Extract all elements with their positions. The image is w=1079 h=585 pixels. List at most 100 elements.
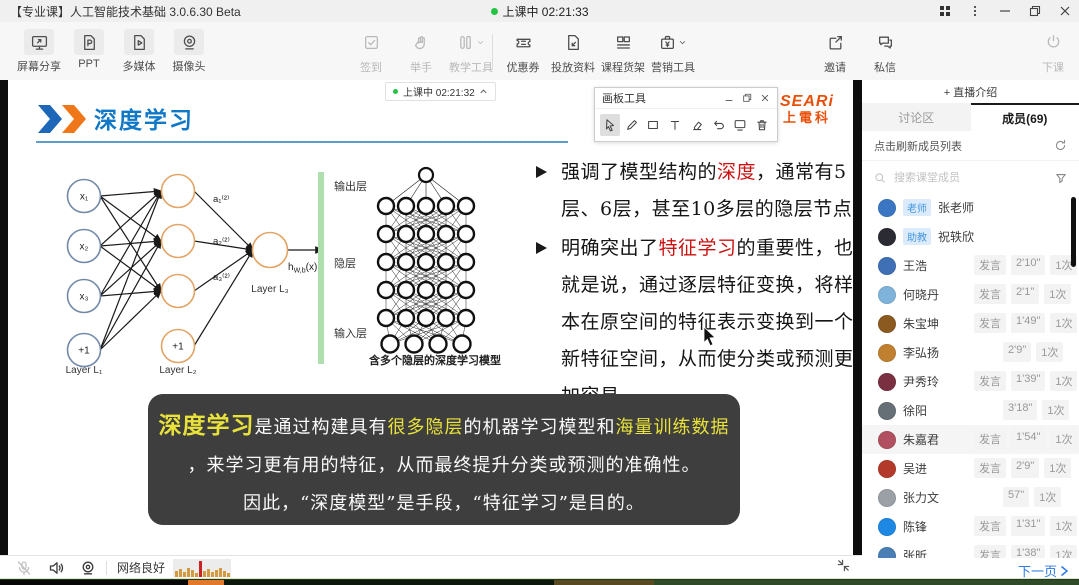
- bottom-statusbar: 网络良好: [0, 555, 862, 579]
- panel-restore-icon[interactable]: [742, 93, 752, 103]
- member-name: 陈锋: [903, 518, 927, 535]
- select-tool-button[interactable]: [600, 114, 620, 136]
- bullet-item: 明确突出了特征学习的重要性，也就是说，通过逐层特征变换，将样本在原空间的特征表示…: [534, 230, 853, 415]
- undo-tool-button[interactable]: [709, 114, 729, 136]
- panel-minimize-icon[interactable]: [724, 93, 734, 103]
- bullet-list: 强调了模型结构的深度，通常有5层、6层，甚至10多层的隐层节点明确突出了特征学习…: [534, 154, 853, 417]
- speak-badge: 发言: [974, 545, 1006, 558]
- toolbar-webcam[interactable]: 摄像头: [164, 28, 214, 74]
- toolbar-shelf[interactable]: 课程货架: [598, 28, 648, 75]
- window-titlebar: 【专业课】人工智能技术基础 3.0.6.30 Beta 上课中 02:21:33: [0, 0, 1079, 22]
- member-row[interactable]: 助教祝轶欣: [862, 222, 1079, 251]
- member-row[interactable]: 朱宝坤发言1'49"1次: [862, 309, 1079, 338]
- member-row[interactable]: 吴进发言2'9"1次: [862, 454, 1079, 483]
- slide-right-edge: [853, 80, 862, 555]
- live-intro-link[interactable]: + 直播介绍: [862, 80, 1079, 103]
- live-dot-icon: [393, 89, 398, 94]
- rect-tool-icon: [646, 118, 660, 132]
- speak-badge: 发言: [974, 458, 1006, 478]
- floating-class-timer[interactable]: 上课中 02:21:32: [385, 82, 496, 101]
- toolbar-invite[interactable]: 邀请: [810, 28, 860, 75]
- floating-timer-label: 上课中 02:21:32: [403, 84, 475, 99]
- member-row[interactable]: 李弘扬2'9"1次: [862, 338, 1079, 367]
- undo-tool-icon: [712, 118, 726, 132]
- speak-count-badge: 1次: [1044, 284, 1071, 304]
- rect-tool-button[interactable]: [644, 114, 664, 136]
- title-chevrons-icon: [36, 104, 94, 134]
- toolbar-item-label: 优惠券: [507, 59, 540, 75]
- member-row[interactable]: 陈锋发言1'31"1次: [862, 512, 1079, 541]
- tab-discussion[interactable]: 讨论区: [862, 103, 971, 131]
- restore-button[interactable]: [1027, 3, 1043, 19]
- member-row[interactable]: 张力文57"1次: [862, 483, 1079, 512]
- toolbar-item-label: 营销工具: [651, 59, 695, 75]
- webcam-status-icon[interactable]: [80, 560, 96, 576]
- toolbar-media[interactable]: 多媒体: [114, 28, 164, 74]
- board-tool-icon: [733, 118, 747, 132]
- class-status: 上课中 02:21:33: [490, 3, 588, 20]
- toolbar-divider: [492, 34, 493, 70]
- layout-grid-icon[interactable]: [937, 3, 953, 19]
- speak-badge: 发言: [974, 371, 1006, 391]
- drawing-tools-panel: 画板工具: [594, 87, 778, 142]
- toolbar-item-label: 签到: [360, 59, 382, 75]
- minimize-button[interactable]: [997, 3, 1013, 19]
- svg-text:Layer L₃: Layer L₃: [251, 284, 288, 295]
- member-row[interactable]: 何晓丹发言2'1"1次: [862, 280, 1079, 309]
- speaker-icon[interactable]: [48, 560, 64, 576]
- toolbar-hand[interactable]: 举手: [396, 28, 446, 75]
- board-tool-button[interactable]: [731, 114, 751, 136]
- member-row[interactable]: 朱嘉君发言1'54"1次: [862, 425, 1079, 454]
- select-tool-icon: [603, 118, 617, 132]
- svg-text:x₃: x₃: [79, 292, 88, 303]
- more-menu-icon[interactable]: [967, 3, 983, 19]
- toolbar-item-label: 教学工具: [449, 59, 493, 75]
- toolbar-item-label: 邀请: [824, 59, 846, 75]
- slide-left-edge: [0, 80, 8, 555]
- panel-close-icon[interactable]: [760, 93, 770, 103]
- eraser-tool-button[interactable]: [687, 114, 707, 136]
- toolbar-screen-share[interactable]: 屏幕分享: [14, 28, 64, 74]
- speak-count-badge: 1次: [1034, 487, 1061, 507]
- speak-time-badge: 1'54": [1011, 429, 1045, 449]
- chevron-up-icon[interactable]: [479, 87, 488, 96]
- member-row[interactable]: 老师张老师: [862, 193, 1079, 222]
- collapse-toolbar-icon[interactable]: [836, 558, 851, 578]
- speak-badge: 发言: [974, 516, 1006, 536]
- text-tool-button[interactable]: [665, 114, 685, 136]
- member-name: 张力文: [903, 489, 939, 506]
- toolbar-coupon[interactable]: 优惠券: [498, 28, 548, 75]
- member-row[interactable]: 尹秀玲发言1'39"1次: [862, 367, 1079, 396]
- seari-logo: SEARi 上電科: [780, 94, 834, 124]
- filter-icon[interactable]: [1055, 172, 1067, 184]
- trash-tool-button[interactable]: [752, 114, 772, 136]
- speak-count-badge: 1次: [1050, 516, 1077, 536]
- toolbar-teaching-tools[interactable]: 教学工具: [446, 28, 496, 75]
- invite-icon: [827, 34, 844, 51]
- member-row[interactable]: 徐阳3'18"1次: [862, 396, 1079, 425]
- refresh-members-label: 点击刷新成员列表: [874, 138, 962, 154]
- member-list-scrollbar[interactable]: [1071, 197, 1076, 267]
- speak-count-badge: 1次: [1050, 371, 1077, 391]
- member-name: 何晓丹: [903, 286, 939, 303]
- deep-network-caption: 含多个隐层的深度学习模型: [340, 352, 530, 368]
- toolbar-dm[interactable]: 私信: [860, 28, 910, 75]
- refresh-icon[interactable]: [1054, 139, 1067, 152]
- class-timer: 上课中 02:21:33: [502, 3, 588, 20]
- toolbar-checkin[interactable]: 签到: [346, 28, 396, 75]
- avatar: [878, 315, 896, 333]
- toolbar-material[interactable]: 投放资料: [548, 28, 598, 75]
- chevron-right-icon: [1059, 565, 1069, 577]
- toolbar-marketing[interactable]: 营销工具: [648, 28, 698, 75]
- toolbar-ppt[interactable]: PPT: [64, 28, 114, 74]
- speak-badge: 发言: [974, 255, 1006, 275]
- member-row[interactable]: 张昕发言1'38"1次: [862, 541, 1079, 558]
- toolbar-end-class[interactable]: 下课: [1028, 28, 1078, 75]
- close-button[interactable]: [1057, 3, 1073, 19]
- speak-count-badge: 1次: [1042, 400, 1069, 420]
- tab-members[interactable]: 成员(69): [971, 103, 1079, 131]
- member-row[interactable]: 王浩发言2'10"1次: [862, 251, 1079, 280]
- microphone-muted-icon[interactable]: [16, 560, 32, 576]
- search-members-input[interactable]: [892, 171, 1049, 185]
- pen-tool-button[interactable]: [622, 114, 642, 136]
